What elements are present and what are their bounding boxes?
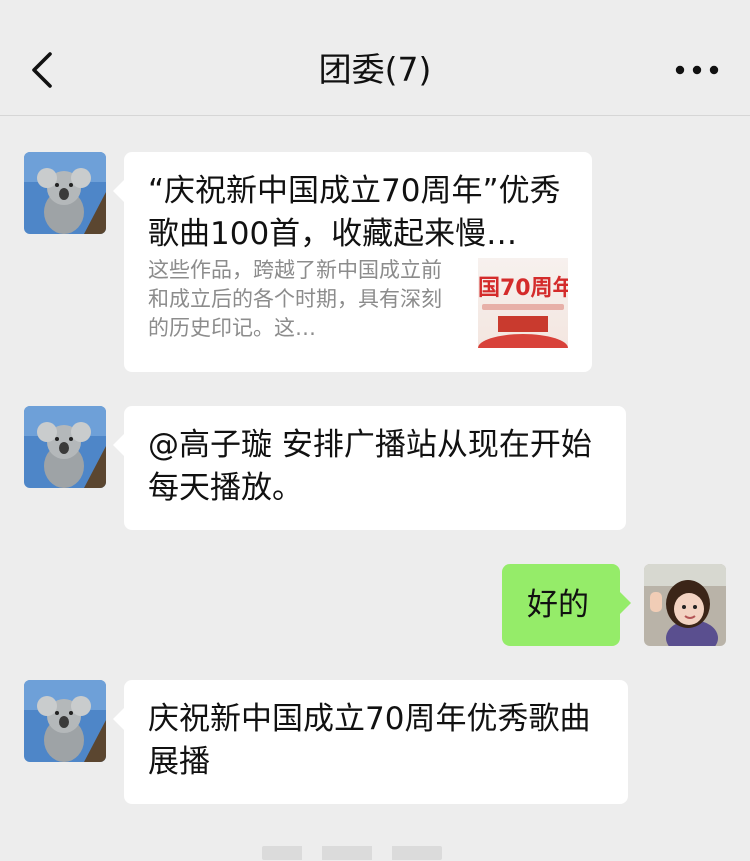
partially-visible-timestamp	[262, 846, 442, 860]
link-card-title: “庆祝新中国成立70周年”优秀歌曲100首，收藏起来慢…	[148, 173, 561, 252]
thumbnail-caption: 国70周年	[478, 276, 568, 301]
link-card-thumbnail: 国70周年	[478, 258, 568, 348]
thumbnail-wave	[478, 334, 568, 348]
message-bubble[interactable]: 庆祝新中国成立70周年优秀歌曲展播	[113, 680, 628, 804]
link-card-bubble[interactable]: “庆祝新中国成立70周年”优秀歌曲100首，收藏起来慢… 这些作品，跨越了新中国…	[113, 152, 592, 372]
girl-avatar[interactable]	[644, 564, 726, 646]
chat-header: 团委(7)	[0, 0, 750, 116]
message-text-content: 好的	[527, 587, 589, 623]
koala-avatar[interactable]	[24, 406, 106, 488]
thumbnail-gate	[498, 316, 548, 332]
link-card-description: 这些作品，跨越了新中国成立前和成立后的各个时期，具有深刻的历史印记。这…	[148, 258, 442, 340]
koala-avatar[interactable]	[24, 680, 106, 762]
more-button[interactable]	[674, 55, 720, 85]
message-bubble[interactable]: @高子璇 安排广播站从现在开始每天播放。	[113, 406, 626, 530]
thumbnail-subtitle-strip	[482, 304, 564, 310]
message-bubble-me[interactable]: 好的	[502, 564, 631, 646]
koala-avatar[interactable]	[24, 152, 106, 234]
message-text-content: 庆祝新中国成立70周年优秀歌曲展播	[148, 701, 591, 780]
more-dots-icon	[675, 65, 719, 75]
chat-title: 团委(7)	[318, 50, 432, 89]
message-text-content: @高子璇 安排广播站从现在开始每天播放。	[148, 427, 592, 506]
